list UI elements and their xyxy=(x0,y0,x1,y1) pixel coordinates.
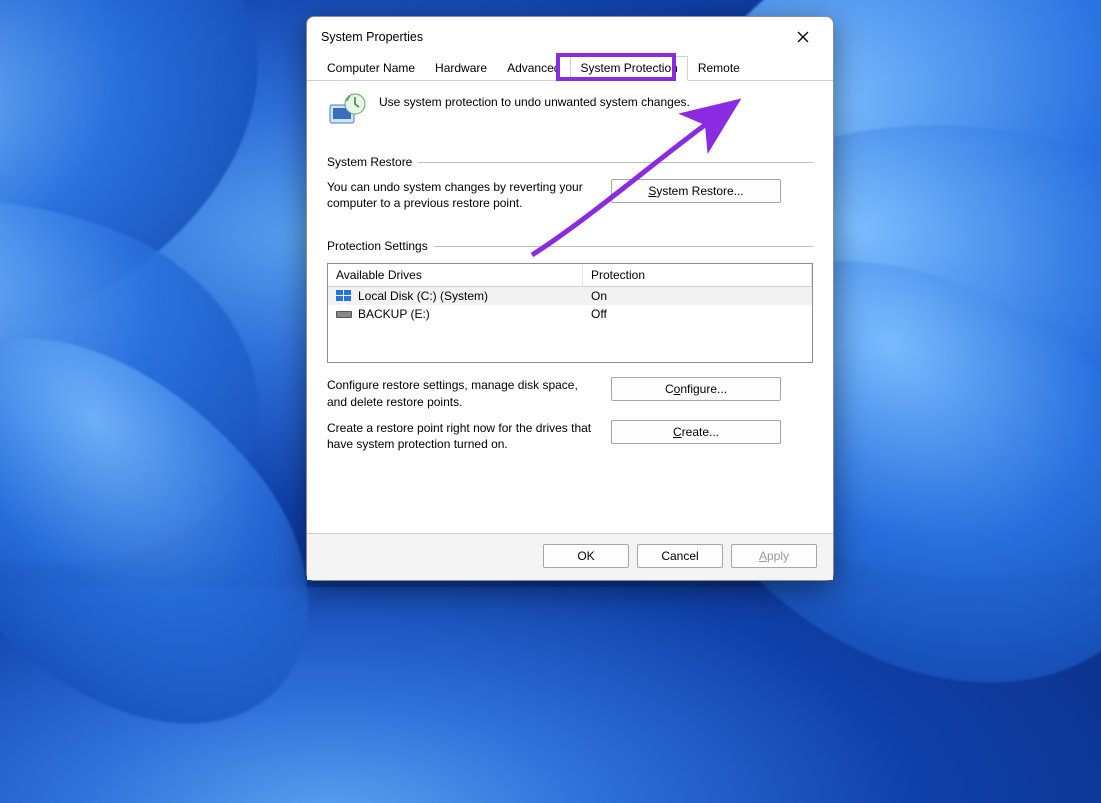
tab-content: Use system protection to undo unwanted s… xyxy=(307,81,833,533)
drives-table-header: Available Drives Protection xyxy=(328,264,812,287)
configure-button[interactable]: Configure... xyxy=(611,377,781,401)
header-description: Use system protection to undo unwanted s… xyxy=(379,91,690,109)
apply-button[interactable]: Apply xyxy=(731,544,817,568)
configure-desc: Configure restore settings, manage disk … xyxy=(327,377,597,409)
tab-strip: Computer Name Hardware Advanced System P… xyxy=(307,55,833,81)
close-button[interactable] xyxy=(783,23,823,51)
protection-settings-label: Protection Settings xyxy=(327,239,428,253)
system-restore-group: System Restore You can undo system chang… xyxy=(327,155,813,211)
tab-remote[interactable]: Remote xyxy=(688,56,750,81)
protection-settings-group: Protection Settings Available Drives Pro… xyxy=(327,239,813,452)
system-properties-dialog: System Properties Computer Name Hardware… xyxy=(306,16,834,581)
ok-button[interactable]: OK xyxy=(543,544,629,568)
tab-hardware[interactable]: Hardware xyxy=(425,56,497,81)
close-icon xyxy=(797,31,809,43)
divider xyxy=(418,162,813,163)
system-restore-label: System Restore xyxy=(327,155,412,169)
windows-drive-icon xyxy=(336,290,352,302)
col-header-protection[interactable]: Protection xyxy=(583,264,812,286)
drive-row[interactable]: Local Disk (C:) (System) On xyxy=(328,287,812,305)
tab-computer-name[interactable]: Computer Name xyxy=(317,56,425,81)
tab-advanced[interactable]: Advanced xyxy=(497,56,570,81)
dialog-footer: OK Cancel Apply xyxy=(307,533,833,580)
system-protection-icon xyxy=(327,91,367,131)
drive-protection: Off xyxy=(583,307,812,321)
window-title: System Properties xyxy=(321,30,783,44)
drive-icon xyxy=(336,308,352,320)
tab-system-protection[interactable]: System Protection xyxy=(570,56,687,81)
system-restore-desc: You can undo system changes by reverting… xyxy=(327,179,597,211)
drives-table[interactable]: Available Drives Protection Local Disk (… xyxy=(327,263,813,363)
system-restore-button[interactable]: System Restore... xyxy=(611,179,781,203)
cancel-button[interactable]: Cancel xyxy=(637,544,723,568)
drive-row[interactable]: BACKUP (E:) Off xyxy=(328,305,812,323)
col-header-drives[interactable]: Available Drives xyxy=(328,264,583,286)
divider xyxy=(434,246,813,247)
titlebar[interactable]: System Properties xyxy=(307,17,833,53)
drive-name: BACKUP (E:) xyxy=(358,307,430,321)
create-button[interactable]: Create... xyxy=(611,420,781,444)
drive-name: Local Disk (C:) (System) xyxy=(358,289,488,303)
create-desc: Create a restore point right now for the… xyxy=(327,420,597,452)
drive-protection: On xyxy=(583,289,812,303)
